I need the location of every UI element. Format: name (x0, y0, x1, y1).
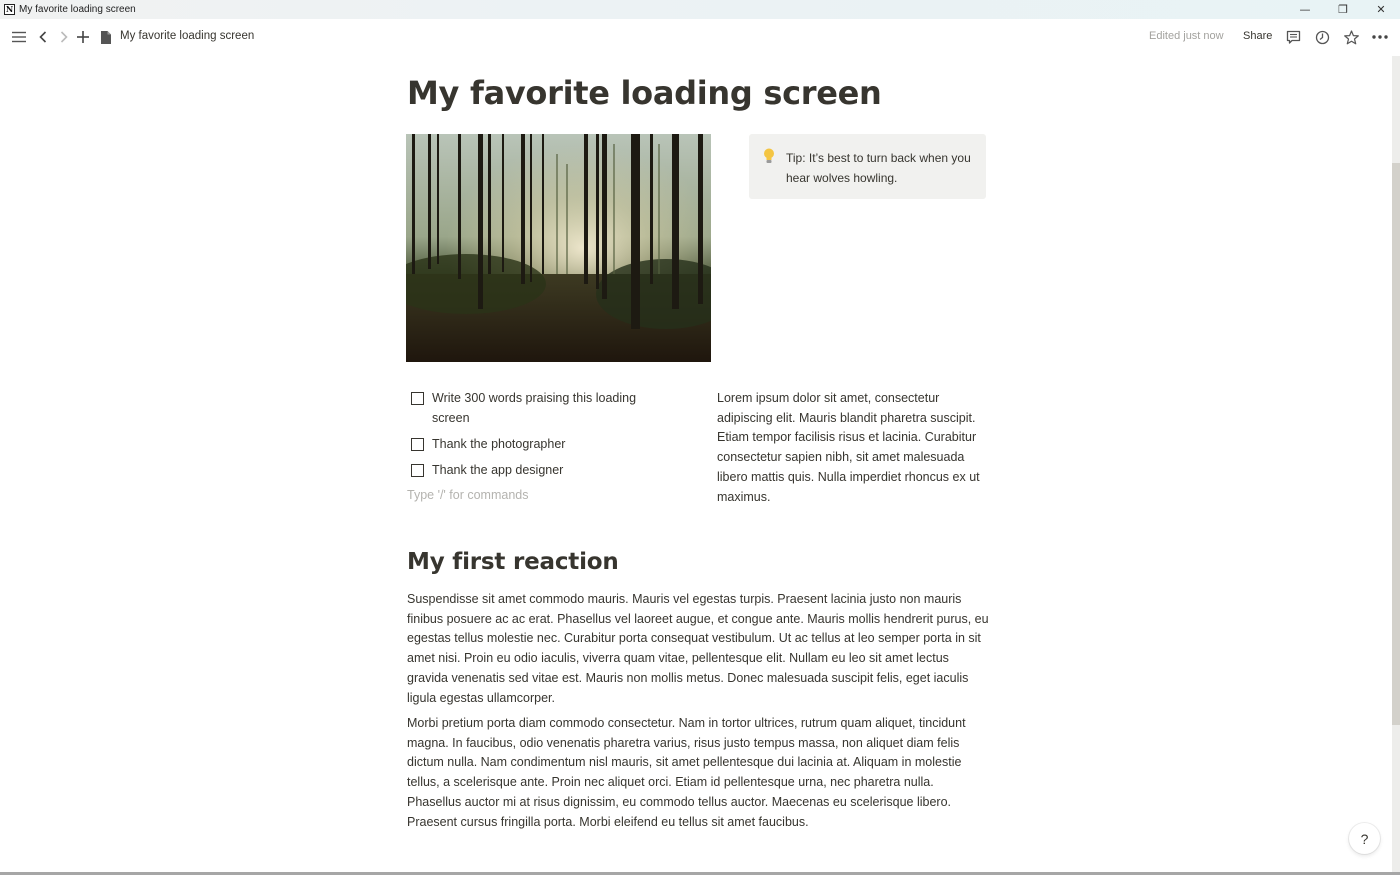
restore-button[interactable]: ❐ (1324, 0, 1362, 19)
help-button[interactable]: ? (1349, 823, 1380, 854)
todo-checkbox[interactable] (411, 392, 424, 405)
back-icon[interactable] (33, 27, 53, 47)
edited-status: Edited just now (1149, 30, 1224, 42)
tip-callout[interactable]: Tip: It’s best to turn back when you hea… (749, 134, 986, 199)
todo-checkbox[interactable] (411, 464, 424, 477)
todo-list: Write 300 words praising this loading sc… (407, 388, 687, 505)
todo-item: Write 300 words praising this loading sc… (407, 388, 687, 428)
breadcrumb-page-title[interactable]: My favorite loading screen (120, 30, 254, 42)
lightbulb-icon (763, 148, 775, 168)
page-title[interactable]: My favorite loading screen (407, 74, 882, 112)
more-icon[interactable] (1370, 27, 1390, 47)
forward-icon[interactable] (54, 27, 74, 47)
body-paragraph[interactable]: Morbi pretium porta diam commodo consect… (407, 714, 990, 832)
minimize-button[interactable]: — (1286, 0, 1324, 19)
todo-label[interactable]: Write 300 words praising this loading sc… (432, 388, 662, 428)
todo-checkbox[interactable] (411, 438, 424, 451)
body-paragraph[interactable]: Suspendisse sit amet commodo mauris. Mau… (407, 590, 990, 708)
close-button[interactable]: ✕ (1362, 0, 1400, 19)
share-button[interactable]: Share (1243, 30, 1272, 42)
todo-item: Thank the app designer (407, 460, 687, 480)
forest-image[interactable] (406, 134, 711, 362)
side-paragraph[interactable]: Lorem ipsum dolor sit amet, consectetur … (717, 389, 989, 507)
comment-icon[interactable] (1283, 27, 1303, 47)
history-icon[interactable] (1312, 27, 1332, 47)
window-title: My favorite loading screen (19, 4, 136, 15)
callout-text: Tip: It’s best to turn back when you hea… (786, 151, 971, 185)
window-titlebar: N My favorite loading screen — ❐ ✕ (0, 0, 1400, 19)
todo-label[interactable]: Thank the photographer (432, 434, 662, 454)
add-icon[interactable] (73, 27, 93, 47)
favorite-star-icon[interactable] (1341, 27, 1361, 47)
section-heading[interactable]: My first reaction (407, 549, 619, 575)
menu-icon[interactable] (9, 27, 29, 47)
app-topbar: My favorite loading screen Edited just n… (0, 19, 1400, 55)
command-placeholder[interactable]: Type '/' for commands (407, 485, 687, 505)
todo-label[interactable]: Thank the app designer (432, 460, 662, 480)
page-icon (96, 27, 116, 47)
forest-photo-graphic (406, 134, 711, 362)
window-controls: — ❐ ✕ (1286, 0, 1400, 19)
notion-logo-icon: N (4, 4, 15, 15)
todo-item: Thank the photographer (407, 434, 687, 454)
scrollbar-thumb[interactable] (1392, 163, 1400, 725)
